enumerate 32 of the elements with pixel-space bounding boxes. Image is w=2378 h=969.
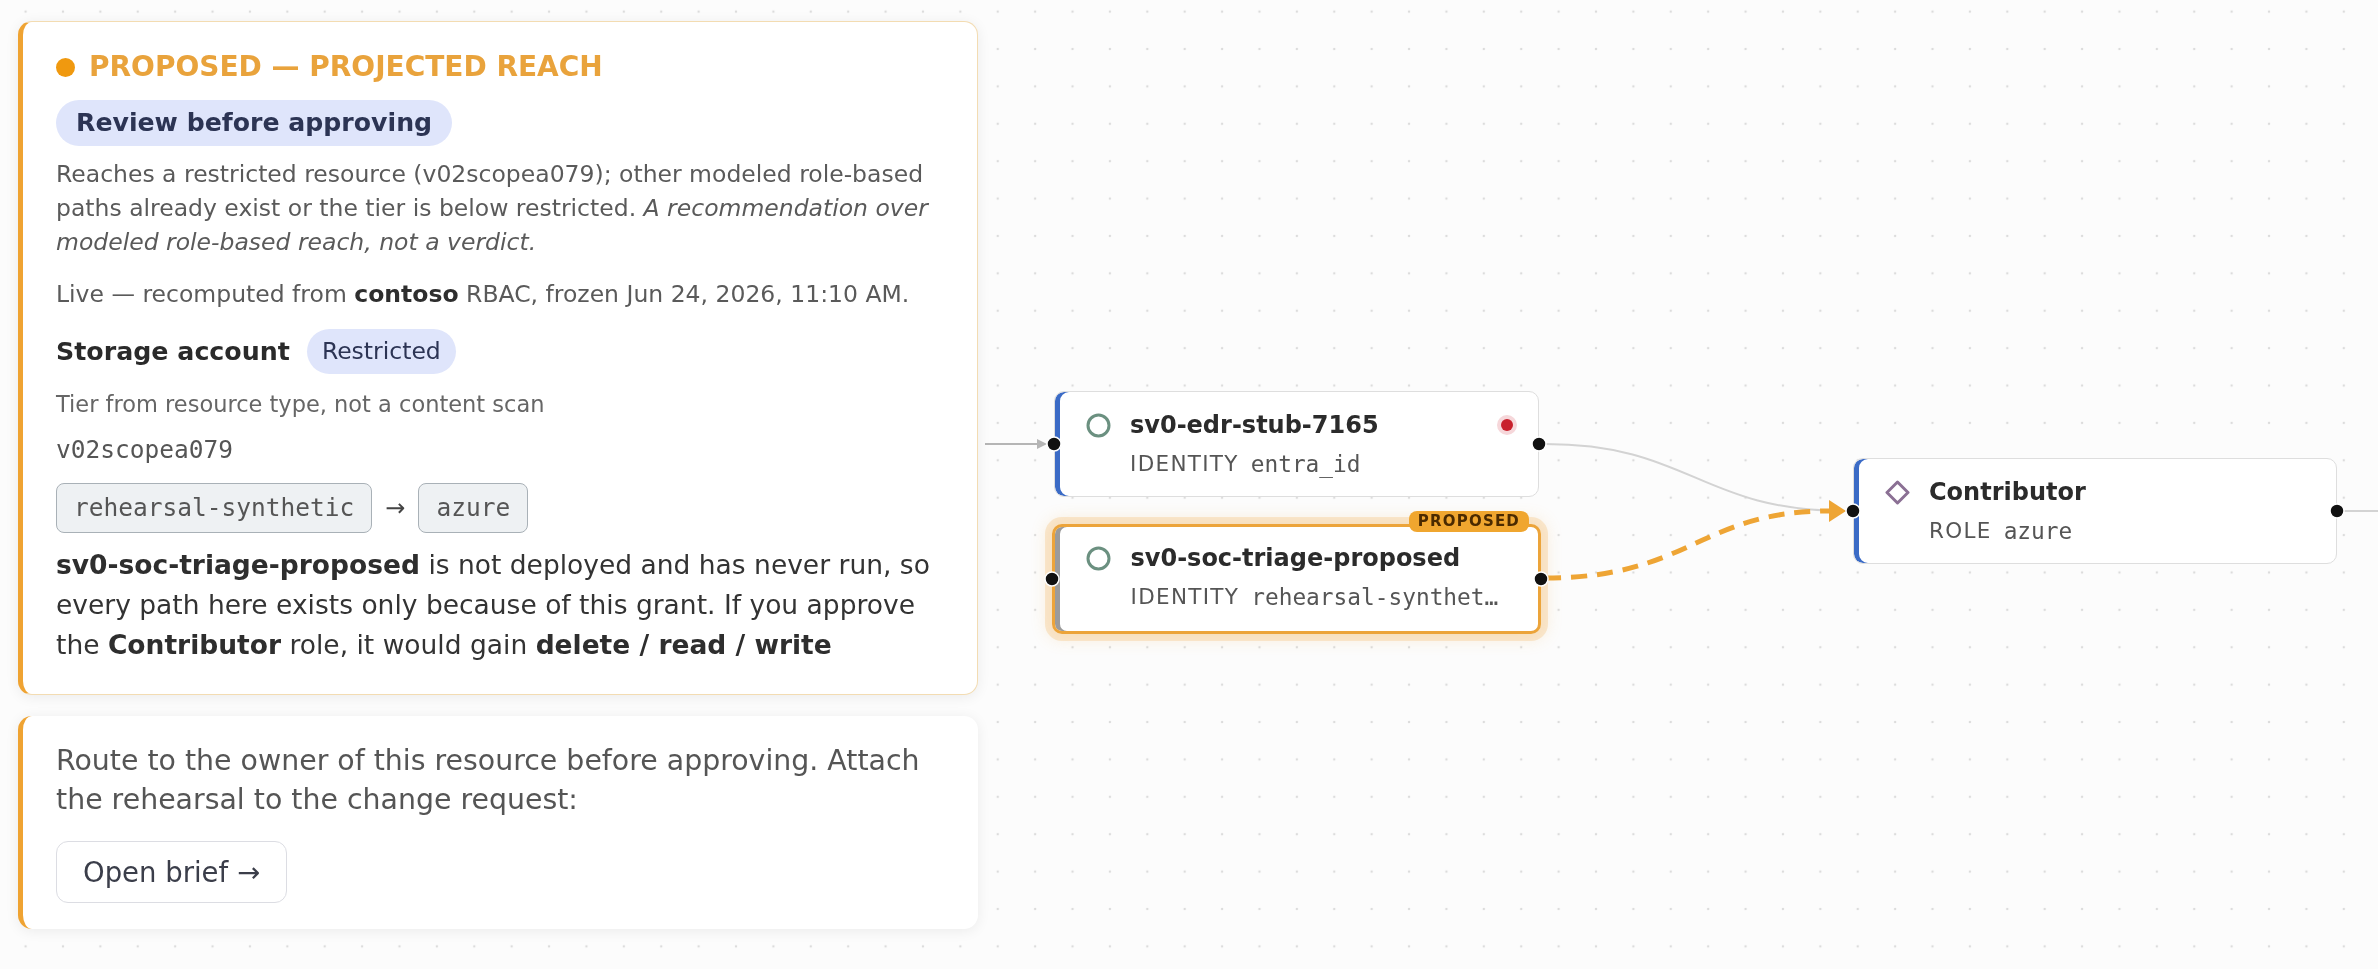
provenance-text: Live — recomputed from contoso RBAC, frozen Jun 24, 2026, 11:10 AM. [56, 279, 910, 310]
tier-note: Tier from resource type, not a content scan [56, 390, 545, 419]
status-dot-icon [56, 57, 75, 77]
diamond-icon [1884, 479, 1910, 505]
explanation-text: sv0-soc-triage-proposed is not deployed and has never run, so every path here exists only because of this grant. If you approve the Contributor role, it would gain delete / read / write [56, 548, 931, 662]
node-source: rehearsal-synthet… [1251, 583, 1499, 612]
status-heading: PROPOSED — PROJECTED REACH [89, 49, 603, 85]
resource-name: v02scopea079 [56, 434, 233, 466]
tier-badge: Restricted [306, 329, 456, 374]
scope-chip: rehearsal-synthetic [56, 483, 373, 533]
resource-type-label: Storage account [56, 335, 290, 368]
role-node[interactable]: Contributor ROLE azure [1853, 458, 2337, 564]
node-source: azure [2003, 517, 2073, 546]
action-text: Route to the owner of this resource before approving. Attach the rehearsal to the change request: [56, 743, 921, 818]
open-brief-button[interactable]: Open brief → [56, 841, 287, 903]
node-type: ROLE [1929, 517, 1992, 545]
path-arrow: → [385, 493, 406, 524]
node-title: sv0-soc-triage-proposed [1130, 543, 1461, 573]
summary-text: Reaches a restricted resource (v02scopea079); other modeled role-based paths already exist or the tier is below restricted. A recommendation over modeled role-based reach, not a verdict. [56, 159, 930, 258]
connector-arrow [984, 439, 1047, 449]
scope-chip: azure [418, 483, 529, 533]
node-title: sv0-edr-stub-7165 [1130, 410, 1379, 440]
verdict-badge: Review before approving [56, 100, 453, 146]
connector-line [2343, 510, 2378, 512]
identity-node[interactable]: sv0-edr-stub-7165 IDENTITY entra_id [1054, 391, 1539, 497]
proposed-badge: PROPOSED [1408, 511, 1529, 532]
ring-icon [1085, 412, 1111, 438]
node-source: entra_id [1250, 450, 1361, 479]
node-title: Contributor [1929, 477, 2086, 507]
node-type: IDENTITY [1130, 450, 1239, 478]
ring-icon [1086, 545, 1111, 571]
node-type: IDENTITY [1130, 583, 1240, 611]
